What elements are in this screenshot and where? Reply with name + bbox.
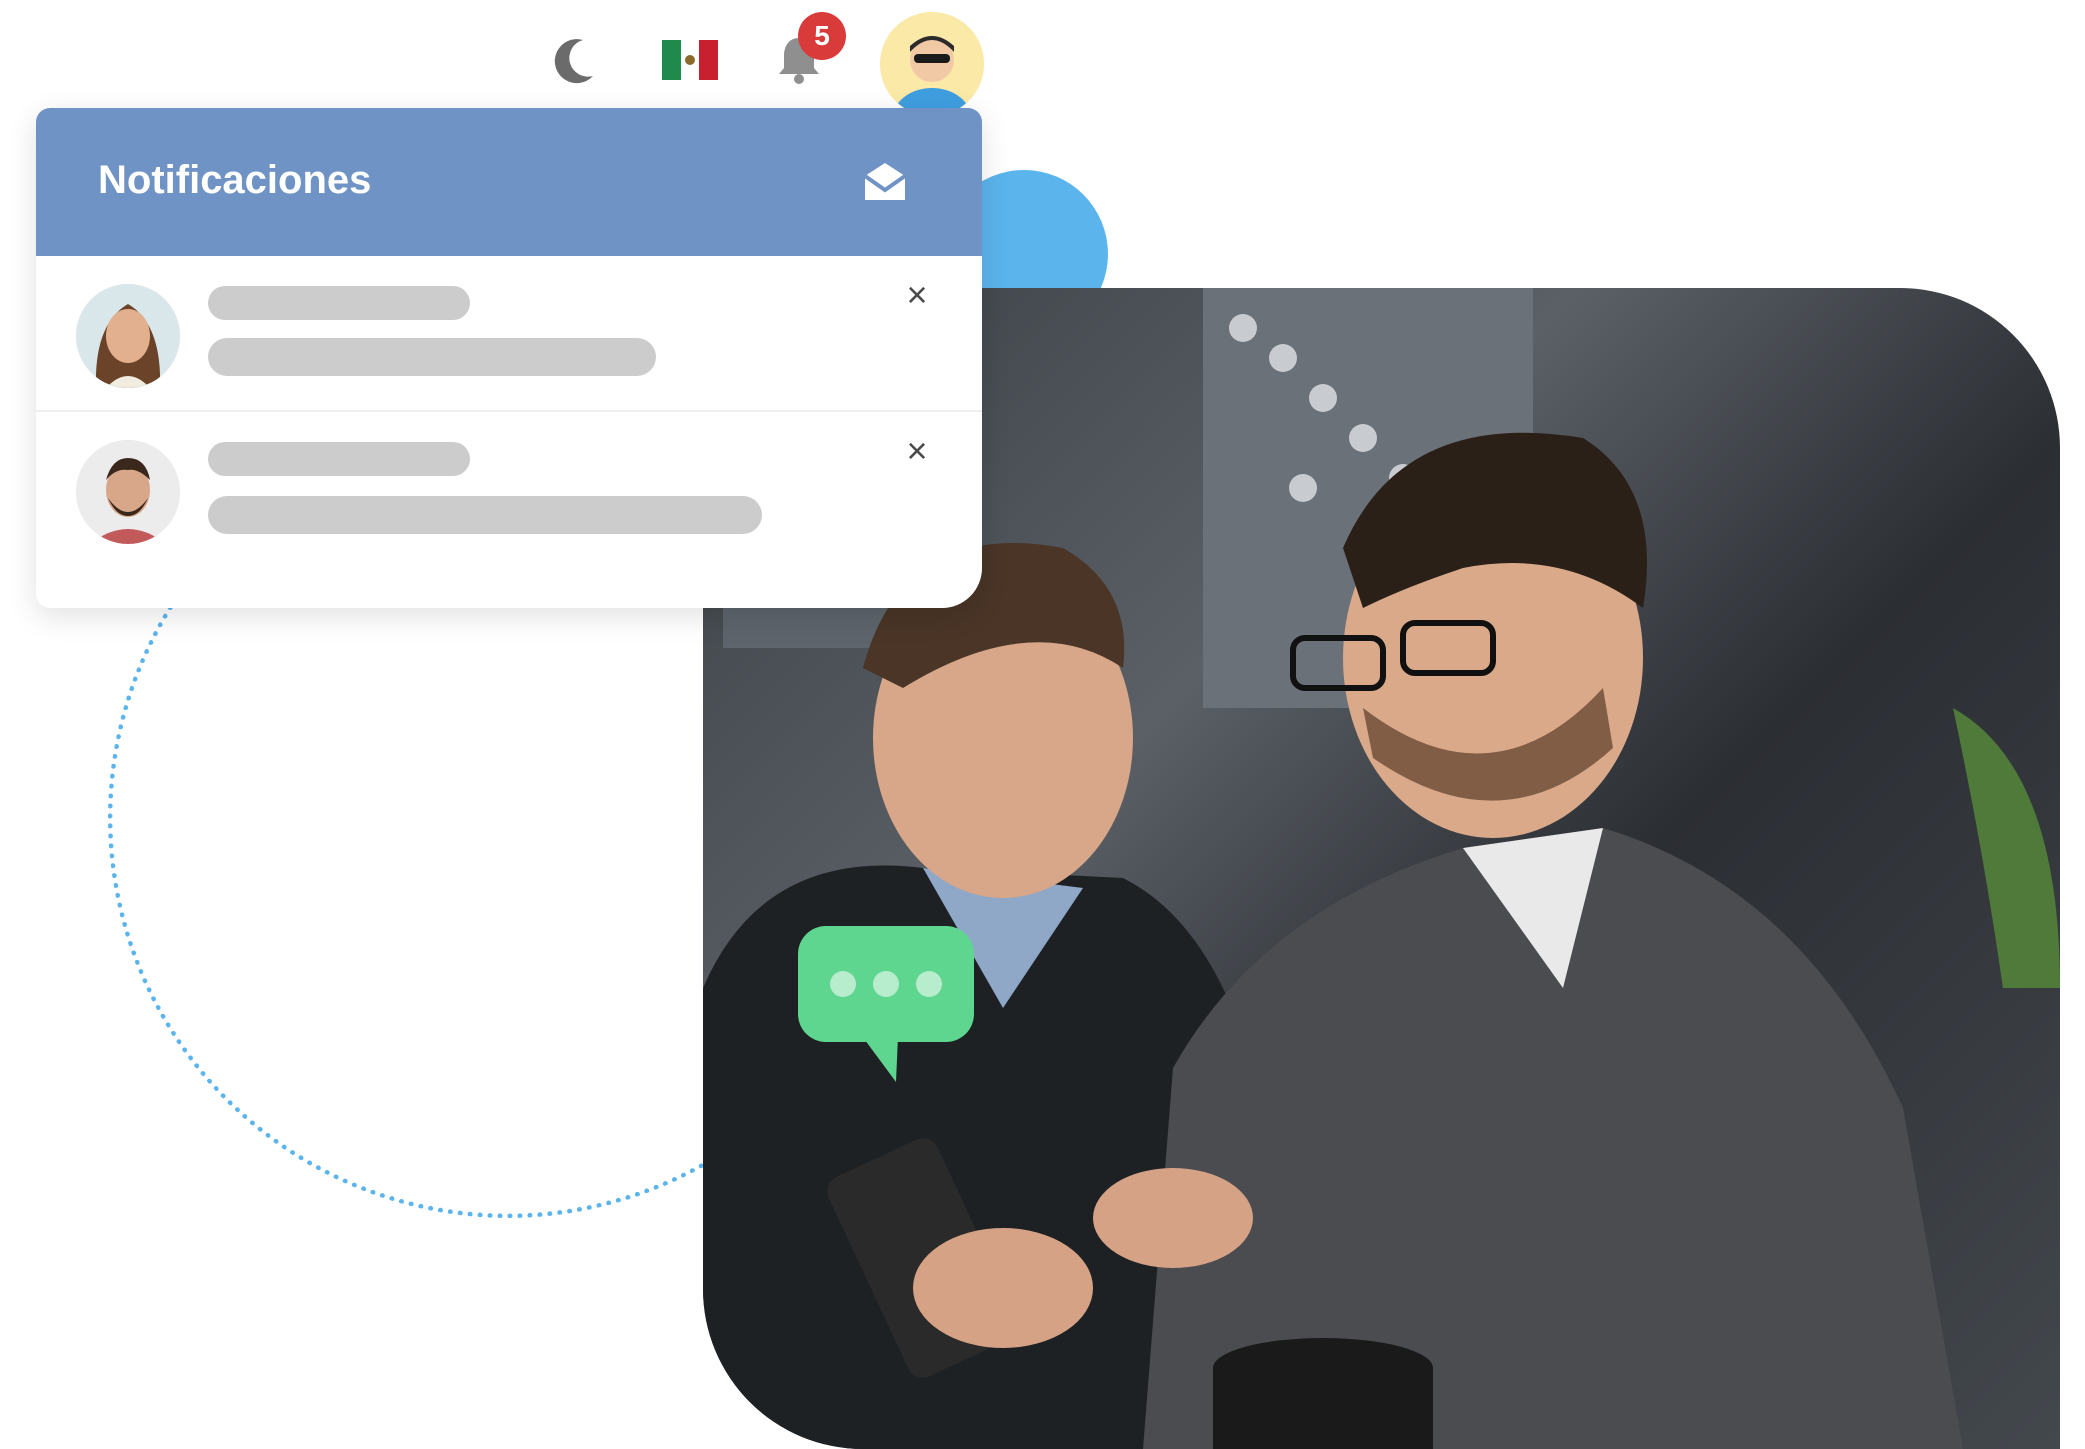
woman-avatar xyxy=(76,284,180,388)
user-avatar[interactable] xyxy=(880,12,984,116)
notifications-header: Notificaciones xyxy=(36,108,982,256)
notifications-title: Notificaciones xyxy=(98,158,372,202)
notification-item[interactable]: × xyxy=(36,412,982,566)
envelope-open-icon[interactable] xyxy=(862,160,908,202)
mexico-flag-icon[interactable] xyxy=(662,40,718,80)
notification-text-placeholder xyxy=(208,496,762,534)
moon-icon[interactable] xyxy=(553,36,597,86)
notification-text-placeholder xyxy=(208,338,656,376)
user-avatar-icon xyxy=(880,12,984,116)
notification-count-badge: 5 xyxy=(798,12,846,60)
close-icon[interactable]: × xyxy=(902,433,932,469)
notification-title-placeholder xyxy=(208,286,470,320)
close-icon[interactable]: × xyxy=(902,277,932,313)
man-avatar xyxy=(76,440,180,544)
top-bar: 5 xyxy=(0,0,1000,116)
chat-bubble-icon xyxy=(798,926,974,1082)
man-avatar-icon xyxy=(76,440,180,544)
notifications-panel: Notificaciones × × xyxy=(36,108,982,608)
notification-title-placeholder xyxy=(208,442,470,476)
woman-avatar-icon xyxy=(76,284,180,388)
notification-item[interactable]: × xyxy=(36,256,982,412)
